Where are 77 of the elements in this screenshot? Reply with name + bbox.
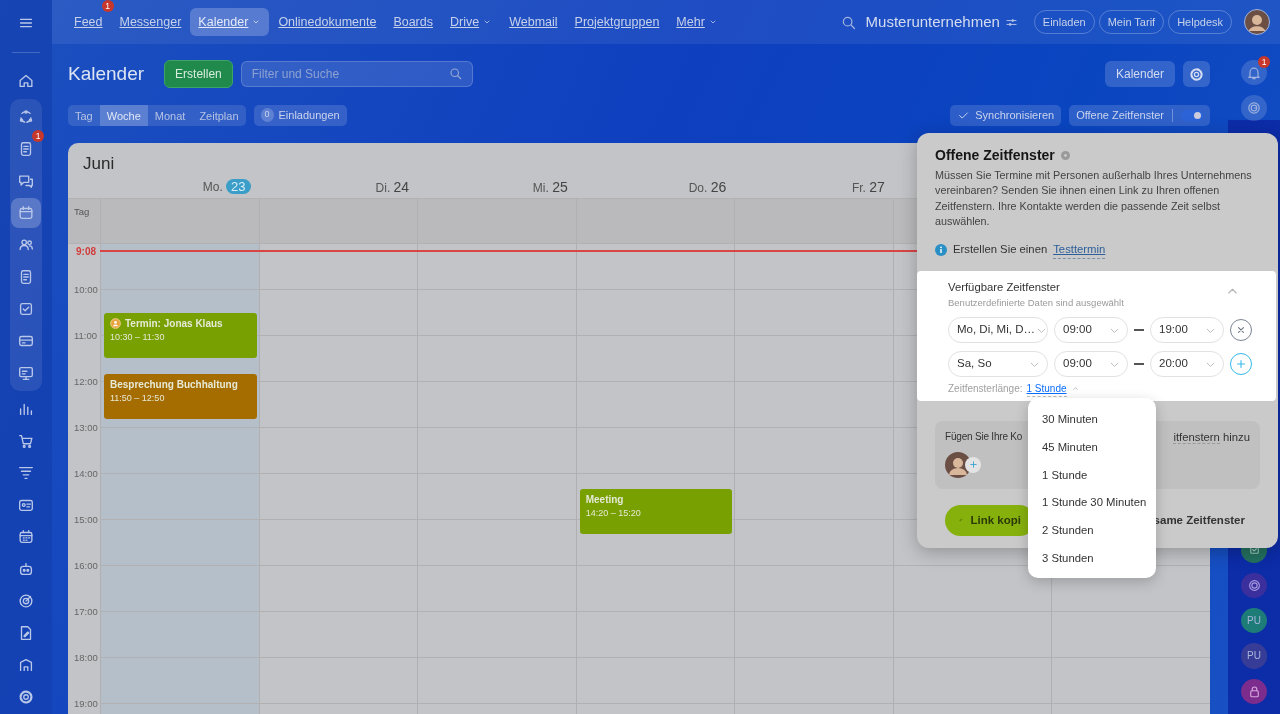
create-button[interactable]: Erstellen [164, 60, 233, 89]
page-title: Kalender [68, 62, 145, 86]
event-time: 11:50 – 12:50 [110, 391, 166, 405]
hour-label: 16:00 [74, 558, 98, 573]
weekday-label: Mo. [202, 179, 223, 194]
event-block[interactable]: Termin: Jonas Klaus 10:30 – 11:30 [104, 312, 257, 358]
event-block[interactable]: Meeting 14:20 – 15:20 [579, 488, 733, 534]
view-tab[interactable]: Monat [147, 104, 193, 126]
hour-label: 17:00 [74, 604, 98, 619]
test-appointment-link[interactable]: Testtermin [1053, 240, 1106, 259]
hour-label: 12:00 [74, 374, 98, 389]
section-title: Verfügbare Zeitfenster [948, 279, 1061, 295]
nav-tab[interactable]: Mehr [668, 7, 726, 37]
nav-tab[interactable]: Projektgruppen [566, 7, 668, 37]
menu-option[interactable]: 45 Minuten [1028, 433, 1156, 462]
hour-label: 11:00 [74, 328, 98, 343]
end-time-select[interactable]: 19:00 [1150, 316, 1224, 343]
nav-tab[interactable]: Messenger [111, 7, 190, 37]
event-block[interactable]: Besprechung Buchhaltung 11:50 – 12:50 [104, 373, 257, 419]
all-day-label: Tag [74, 205, 90, 217]
day-number: 26 [710, 178, 727, 195]
group-avatar[interactable]: PU [1241, 607, 1267, 634]
count-badge: 0 [260, 108, 274, 122]
weekday-label: Do. [688, 180, 708, 195]
section-subtitle: Benutzerdefinierte Daten sind ausgewählt [948, 295, 1124, 310]
day-number: 25 [552, 178, 568, 195]
hour-label: 10:00 [74, 282, 98, 297]
event-time: 10:30 – 11:30 [110, 330, 166, 344]
menu-option[interactable]: 30 Minuten [1028, 406, 1156, 434]
hour-label: 13:00 [74, 420, 98, 435]
open-slots-button[interactable]: Offene Zeitfenster [1069, 104, 1210, 126]
days-select[interactable]: Sa, So [948, 350, 1048, 377]
calendar-button[interactable]: Kalender [1104, 61, 1175, 88]
notification-badge: 1 [32, 130, 44, 142]
description-text: Müssen Sie Termine mit Personen außerhalb Ihres Unternehmens vereinbaren? Senden Sie ihnen einen Link zu Ihren offenen Zeitfenstern. Ihre Kontakte werden die passende Zeit selbst auswählen. [935, 167, 1253, 230]
company-name[interactable]: Musterunternehmen [865, 10, 1000, 34]
nav-tab[interactable]: Boards [385, 7, 441, 37]
hour-label: 14:00 [74, 466, 98, 481]
popover-title: Offene Zeitfenster [935, 147, 1055, 164]
view-tab[interactable]: Zeitplan [192, 104, 246, 126]
weekday-label: Fr. [851, 180, 866, 195]
day-number: 24 [393, 178, 410, 195]
start-time-select[interactable]: 09:00 [1054, 316, 1128, 343]
month-title: Juni [83, 153, 115, 173]
nav-tab[interactable]: Onlinedokumente [270, 7, 385, 37]
end-time-select[interactable]: 20:00 [1150, 350, 1224, 377]
event-title: Meeting [585, 492, 624, 507]
nav-tab[interactable]: Drive [442, 7, 501, 37]
colleagues-text: Fügen Sie Ihre Ko [945, 429, 1023, 444]
start-time-select[interactable]: 09:00 [1054, 350, 1128, 377]
day-number: 27 [869, 178, 885, 195]
menu-option[interactable]: 1 Stunde [1028, 461, 1156, 490]
weekday-label: Mi. [532, 180, 549, 195]
event-title: Termin: Jonas Klaus [125, 316, 223, 331]
invitations-button[interactable]: 0 Einladungen [253, 104, 347, 126]
hour-label: 19:00 [74, 696, 98, 711]
notification-badge: 1 [101, 0, 114, 12]
info-text: Erstellen Sie einen [953, 242, 1048, 258]
length-label: Zeitfensterlänge: [948, 382, 1023, 397]
menu-option[interactable]: 3 Stunden [1028, 544, 1156, 573]
current-time: 9:08 [76, 244, 96, 259]
event-title: Besprechung Buchhaltung [110, 377, 238, 392]
day-number: 23 [226, 178, 251, 194]
notification-badge: 1 [1258, 56, 1270, 68]
sync-button[interactable]: Synchronisieren [950, 104, 1062, 126]
event-time: 14:20 – 15:20 [585, 506, 642, 520]
weekday-label: Di. [375, 180, 391, 195]
view-tab[interactable]: Tag [68, 104, 100, 126]
colleagues-text: itfenstern hinzu [1173, 429, 1250, 446]
nav-tab[interactable]: Kalender [190, 7, 270, 37]
group-avatar[interactable]: PU [1241, 643, 1267, 669]
length-dropdown[interactable]: 1 Stunde [1026, 380, 1067, 397]
hour-label: 18:00 [74, 650, 98, 665]
nav-tab[interactable]: Webmail [501, 7, 566, 37]
hour-label: 15:00 [74, 512, 98, 527]
days-select[interactable]: Mo, Di, Mi, D… [948, 316, 1048, 343]
view-tab[interactable]: Woche [99, 104, 148, 126]
